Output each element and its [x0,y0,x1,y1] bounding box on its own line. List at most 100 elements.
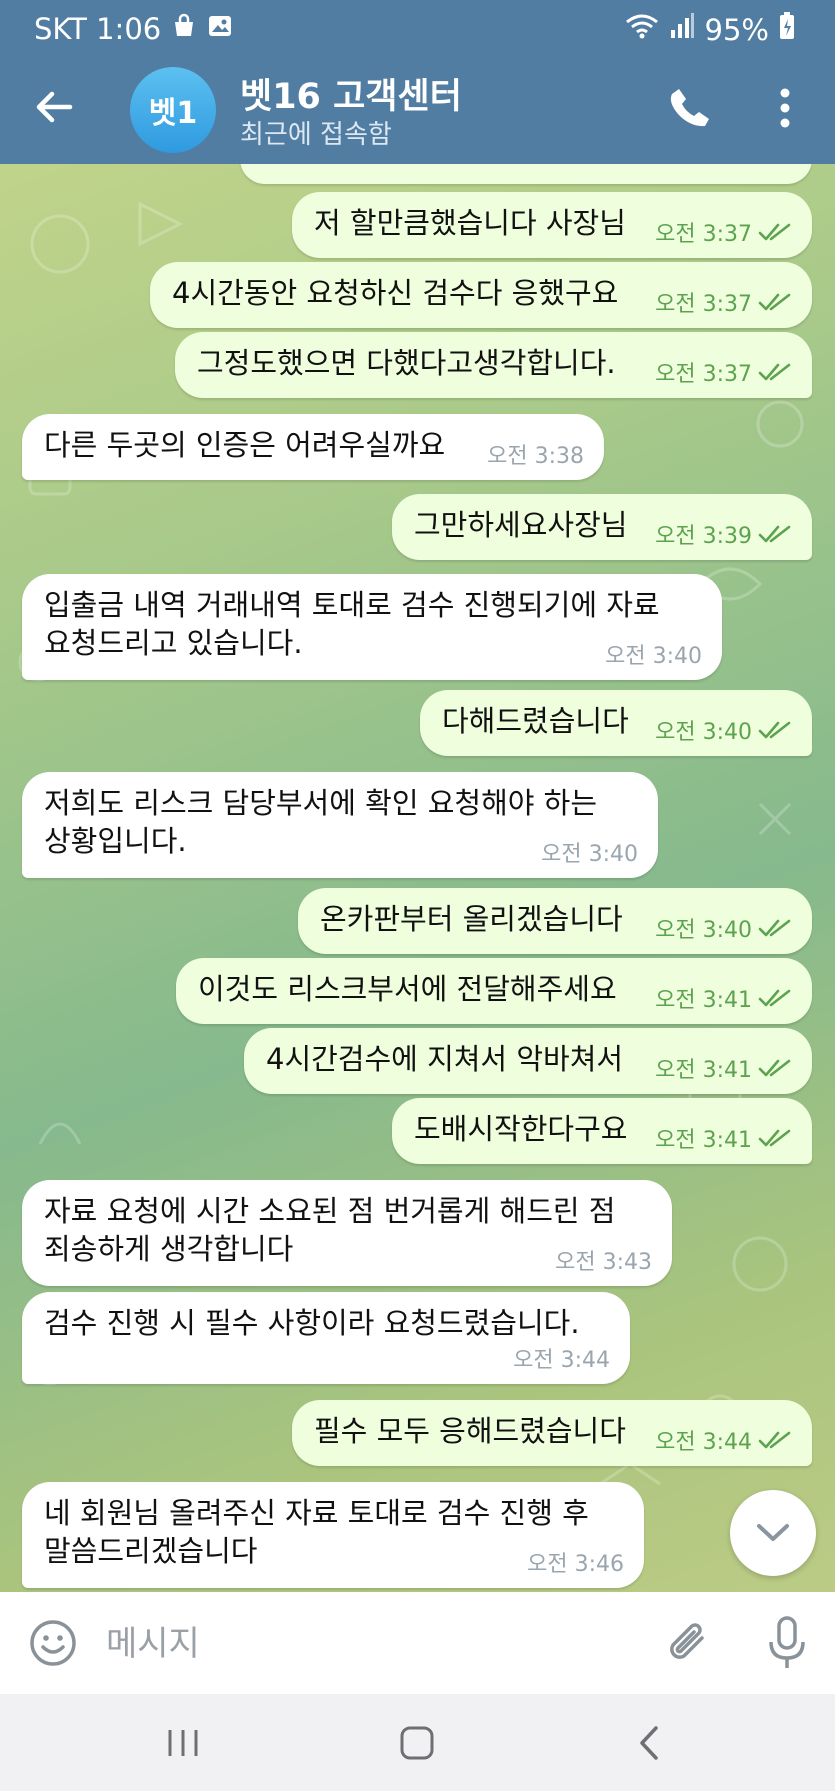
outgoing-message[interactable]: 다해드렸습니다 오전 3:40 [420,690,812,756]
chevron-down-icon [757,1524,789,1541]
message-input[interactable] [104,1616,648,1672]
outgoing-message[interactable]: 온카판부터 올리겠습니다 오전 3:40 [298,888,812,954]
message-timestamp: 오전 3:41 [655,1122,792,1154]
timestamp-text: 오전 3:40 [605,644,702,669]
incoming-message[interactable]: 자료 요청에 시간 소요된 점 번거롭게 해드린 점 죄송하게 생각합니다 오전 … [22,1180,672,1286]
emoji-icon [30,1620,76,1666]
message-timestamp: 오전 3:40 [655,912,792,944]
read-receipt-icon [758,1129,791,1147]
incoming-message[interactable]: 검수 진행 시 필수 사항이라 요청드렸습니다. 오전 3:44 [22,1292,630,1384]
recent-apps-icon [168,1730,198,1756]
message-timestamp: 오전 3:40 [605,638,702,670]
attach-button[interactable] [664,1616,714,1670]
phone-icon [670,89,709,127]
outgoing-message[interactable]: 그정도했으면 다했다고생각합니다. 오전 3:37 [175,332,812,398]
home-icon [400,1726,434,1760]
incoming-message[interactable]: 입출금 내역 거래내역 토대로 검수 진행되기에 자료 요청드리고 있습니다. 오… [22,574,722,680]
message-text: 네 회원님 올려주신 자료 토대로 검수 진행 후 말씀드리겠습니다 [44,1496,589,1568]
read-receipt-icon [758,919,791,937]
incoming-message[interactable]: 다른 두곳의 인증은 어려우실까요 오전 3:38 [22,414,604,480]
more-vert-icon [780,88,790,128]
outgoing-message[interactable]: 그만하세요사장님 오전 3:39 [392,494,812,560]
timestamp-text: 오전 3:43 [555,1250,652,1275]
back-arrow-icon [36,91,73,123]
message-timestamp: 오전 3:37 [655,286,792,318]
timestamp-text: 오전 3:37 [655,362,752,387]
incoming-message[interactable]: 저희도 리스크 담당부서에 확인 요청해야 하는 상황입니다. 오전 3:40 [22,772,658,878]
paperclip-icon [670,1623,704,1659]
timestamp-text: 오전 3:37 [655,222,752,247]
timestamp-text: 오전 3:38 [487,444,584,469]
nav-back-icon [640,1726,658,1760]
outgoing-message[interactable]: 4시간동안 요청하신 검수다 응했구요 오전 3:37 [150,262,812,328]
message-timestamp: 오전 3:40 [655,714,792,746]
read-receipt-icon [758,525,791,543]
message-text: 이것도 리스크부서에 전달해주세요 [198,972,617,1006]
message-text: 온카판부터 올리겠습니다 [320,902,623,936]
shopping-bag-icon [171,12,197,46]
read-receipt-icon [758,363,791,381]
message-text: 저희도 리스크 담당부서에 확인 요청해야 하는 상황입니다. [44,786,598,858]
message-timestamp: 오전 3:43 [555,1244,652,1276]
read-receipt-icon [758,1059,791,1077]
timestamp-text: 오전 3:44 [513,1348,610,1373]
timestamp-text: 오전 3:40 [655,918,752,943]
avatar-initials: 벳1 [148,96,198,131]
timestamp-text: 오전 3:41 [655,988,752,1013]
app-header: SKT 1:06 95% 벳1 벳16 고객센터 최근에 접속함 [0,0,835,164]
system-navigation-bar [0,1694,835,1791]
read-receipt-icon [758,293,791,311]
status-time: SKT 1:06 [34,12,162,46]
read-receipt-icon [758,721,791,739]
message-timestamp: 오전 3:41 [655,1052,792,1084]
outgoing-message[interactable]: 이것도 리스크부서에 전달해주세요 오전 3:41 [176,958,812,1024]
outgoing-message[interactable]: 도배시작한다구요 오전 3:41 [392,1098,812,1164]
message-text: 그만하세요사장님 [414,508,628,542]
message-timestamp: 오전 3:44 [513,1342,610,1374]
more-menu-button[interactable] [770,82,800,134]
read-receipt-icon [758,1431,791,1449]
chat-header: 벳1 벳16 고객센터 최근에 접속함 [0,58,835,164]
outgoing-message[interactable]: 필수 모두 응해드렸습니다 오전 3:44 [292,1400,812,1466]
timestamp-text: 오전 3:41 [655,1058,752,1083]
outgoing-message[interactable]: 저 할만큼했습니다 사장님 오전 3:37 [292,192,812,258]
back-button[interactable] [30,82,80,132]
voice-message-button[interactable] [764,1614,810,1672]
message-timestamp: 오전 3:38 [487,438,584,470]
signal-icon [669,12,695,47]
battery-percent: 95% [704,12,769,47]
message-text: 자료 요청에 시간 소요된 점 번거롭게 해드린 점 죄송하게 생각합니다 [44,1194,616,1266]
read-receipt-icon [758,989,791,1007]
recent-apps-button[interactable] [158,1722,208,1764]
call-button[interactable] [666,84,714,132]
timestamp-text: 오전 3:40 [655,720,752,745]
message-timestamp: 오전 3:37 [655,216,792,248]
message-list[interactable]: 저 할만큼했습니다 사장님 오전 3:37 4시간동안 요청하신 검수다 응했구요 오… [0,164,835,1592]
timestamp-text: 오전 3:41 [655,1128,752,1153]
chat-title[interactable]: 벳16 고객센터 [240,68,462,119]
message-text: 4시간동안 요청하신 검수다 응했구요 [172,276,619,310]
gallery-icon [207,12,233,46]
message-bubble-partial[interactable] [240,164,812,184]
message-composer [0,1592,835,1694]
outgoing-message[interactable]: 4시간검수에 지쳐서 악바쳐서 오전 3:41 [244,1028,812,1094]
mic-icon [769,1616,805,1668]
emoji-button[interactable] [28,1618,78,1668]
message-timestamp: 오전 3:37 [655,356,792,388]
message-text: 4시간검수에 지쳐서 악바쳐서 [266,1042,624,1076]
message-text: 다른 두곳의 인증은 어려우실까요 [44,428,446,462]
message-text: 필수 모두 응해드렸습니다 [314,1414,626,1448]
incoming-message[interactable]: 네 회원님 올려주신 자료 토대로 검수 진행 후 말씀드리겠습니다 오전 3:4… [22,1482,644,1588]
home-button[interactable] [392,1722,442,1764]
avatar[interactable]: 벳1 [130,67,216,153]
nav-back-button[interactable] [626,1722,676,1764]
message-timestamp: 오전 3:44 [655,1424,792,1456]
scroll-down-button[interactable] [730,1490,816,1576]
message-text: 검수 진행 시 필수 사항이라 요청드렸습니다. [44,1306,580,1340]
message-text: 그정도했으면 다했다고생각합니다. [197,346,616,380]
status-bar: SKT 1:06 95% [0,0,835,58]
message-text: 도배시작한다구요 [414,1112,628,1146]
message-timestamp: 오전 3:46 [527,1546,624,1578]
last-seen-status: 최근에 접속함 [240,120,392,150]
message-timestamp: 오전 3:39 [655,518,792,550]
